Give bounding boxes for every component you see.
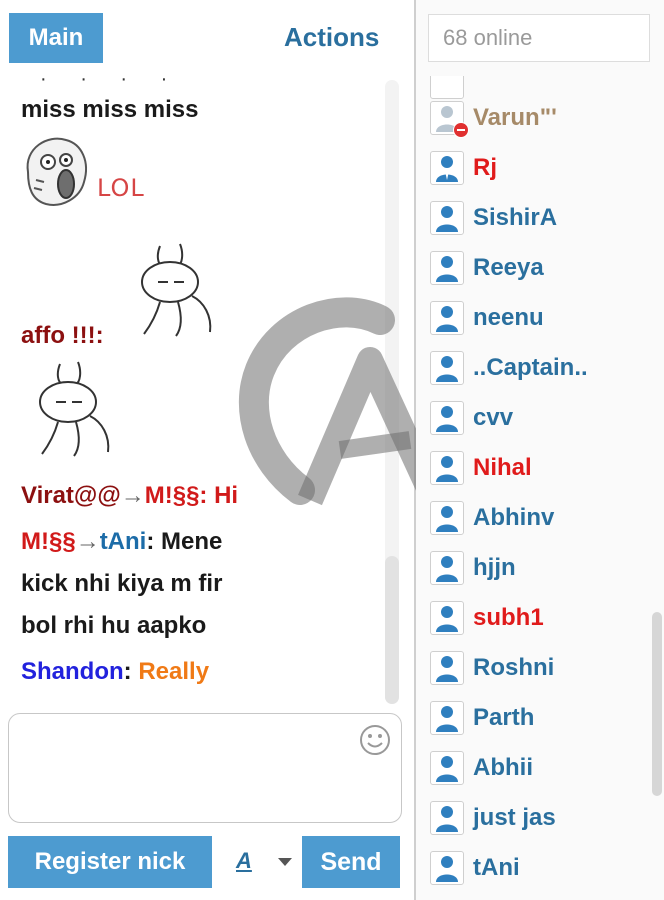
lol-label: LOL (97, 174, 145, 202)
user-name: SishirA (473, 204, 558, 231)
message-input[interactable] (8, 713, 402, 823)
user-name: just jas (473, 804, 556, 831)
user-list-item[interactable]: cvv (430, 400, 513, 436)
user-list-item[interactable] (430, 76, 473, 100)
bunny-sticker-icon (120, 236, 228, 344)
lol-face-icon (26, 137, 87, 206)
user-list-item[interactable]: SishirA (430, 200, 557, 236)
user-avatar-icon (430, 251, 464, 285)
user-list-item[interactable]: Abhinv (430, 500, 554, 536)
user-avatar-icon (430, 751, 464, 785)
message-body-line: kick nhi kiya m fir (21, 570, 223, 597)
user-name: hjjn (473, 554, 516, 581)
arrow-icon: → (75, 528, 100, 555)
sender-name[interactable]: M!§§ (21, 528, 76, 555)
sender-name[interactable]: Virat@@ (21, 482, 121, 509)
user-name: cvv (473, 404, 514, 431)
user-name: Varun"' (473, 104, 557, 131)
user-avatar-icon (430, 451, 464, 485)
user-list: Varun"' Rj SishirA Reeya neenu ..Captain… (416, 76, 664, 900)
truncated-previous-line: · · · · (40, 76, 182, 90)
user-list-item[interactable]: hjjn (430, 550, 516, 586)
chat-message-text: miss miss miss (21, 96, 199, 123)
user-name: Rj (473, 154, 497, 181)
chat-scrollbar-thumb[interactable] (385, 556, 399, 704)
user-avatar-icon (430, 701, 464, 735)
actions-menu-button[interactable]: Actions (284, 22, 379, 53)
message-body: Really (138, 658, 210, 685)
user-name: tAni (473, 854, 520, 881)
user-avatar-icon (430, 201, 464, 235)
user-avatar-icon (430, 301, 464, 335)
user-name: subh1 (473, 604, 544, 631)
chevron-down-icon[interactable] (278, 858, 292, 866)
user-list-item[interactable]: subh1 (430, 600, 544, 636)
user-name: ..Captain.. (473, 354, 588, 381)
user-list-item[interactable]: Varun"' (430, 100, 557, 138)
chat-message: Shandon: Really (21, 658, 210, 685)
user-list-panel: 68 online Varun"' Rj SishirA Reeya neenu… (416, 0, 664, 900)
user-list-item[interactable]: Parth (430, 700, 534, 736)
user-avatar-icon (430, 401, 464, 435)
user-list-item[interactable]: just jas (430, 800, 556, 836)
blocked-icon (453, 122, 469, 138)
user-list-item[interactable]: Roshni (430, 650, 554, 686)
user-avatar-icon (430, 651, 464, 685)
send-button[interactable]: Send (302, 836, 400, 888)
font-style-button[interactable]: A (236, 848, 252, 874)
user-name: Abhinv (473, 504, 555, 531)
user-list-item[interactable]: Abhii (430, 750, 533, 786)
user-avatar-icon (430, 101, 469, 138)
bunny-sticker-icon (39, 361, 110, 457)
sender-name[interactable]: Shandon (21, 658, 124, 685)
user-name: Nihal (473, 454, 532, 481)
online-count-field[interactable]: 68 online (428, 14, 650, 62)
smiley-icon[interactable] (359, 724, 391, 756)
user-avatar-icon (430, 76, 464, 99)
recipient-name[interactable]: M!§§ (145, 482, 200, 509)
user-avatar-icon (430, 551, 464, 585)
chat-message: M!§§→tAni: Mene (21, 528, 223, 555)
user-list-item[interactable]: tAni (430, 850, 520, 886)
user-name: Parth (473, 704, 535, 731)
recipient-name[interactable]: tAni (100, 528, 147, 555)
chat-message: Virat@@→M!§§: Hi (21, 482, 239, 509)
user-list-item[interactable]: neenu (430, 300, 544, 336)
chat-message-text: affo !!!: (21, 322, 104, 349)
register-nick-button[interactable]: Register nick (8, 836, 212, 888)
user-list-item[interactable]: Reeya (430, 250, 544, 286)
user-list-item[interactable]: ..Captain.. (430, 350, 588, 386)
user-name: Abhii (473, 754, 533, 781)
user-avatar-icon (430, 601, 464, 635)
user-list-item[interactable]: Rj (430, 150, 497, 186)
user-avatar-icon (430, 801, 464, 835)
user-avatar-icon (430, 501, 464, 535)
arrow-icon: → (120, 482, 145, 509)
user-suit-icon (430, 151, 464, 185)
message-body-line: bol rhi hu aapko (21, 612, 207, 639)
main-tab-button[interactable]: Main (9, 13, 103, 63)
user-name: Roshni (473, 654, 555, 681)
user-name: neenu (473, 304, 544, 331)
user-name: Reeya (473, 254, 544, 281)
user-avatar-icon (430, 851, 464, 885)
user-list-item[interactable]: Nihal (430, 450, 532, 486)
message-body: Mene (161, 528, 223, 555)
user-list-scrollbar[interactable] (652, 612, 662, 796)
user-avatar-icon (430, 351, 464, 385)
